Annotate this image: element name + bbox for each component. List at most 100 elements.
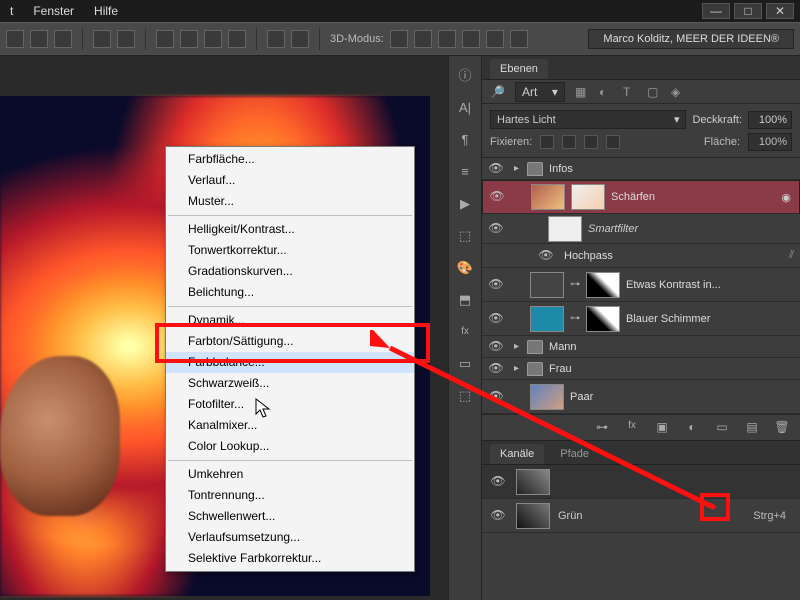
close-button[interactable]: ✕: [766, 3, 794, 19]
color-icon[interactable]: 🎨: [455, 258, 475, 278]
mode-icon[interactable]: [510, 30, 528, 48]
opt-icon[interactable]: [30, 30, 48, 48]
tab-channels[interactable]: Kanäle: [490, 444, 544, 464]
menu-item-tonwertkorrektur[interactable]: Tonwertkorrektur...: [166, 240, 414, 261]
paragraph-icon[interactable]: ¶: [455, 130, 475, 150]
link-layers-icon[interactable]: ⊶: [594, 420, 610, 436]
workspace-credit[interactable]: Marco Kolditz, MEER DER IDEEN®: [588, 29, 794, 49]
layer-group[interactable]: 👁 ▸ Infos: [482, 158, 800, 180]
menu-item-schwarzwei[interactable]: Schwarzweiß...: [166, 373, 414, 394]
character-icon[interactable]: A|: [455, 98, 475, 118]
opt-icon[interactable]: [6, 30, 24, 48]
menu-item-umkehren[interactable]: Umkehren: [166, 464, 414, 485]
tab-paths[interactable]: Pfade: [550, 444, 599, 464]
visibility-icon[interactable]: 👁: [488, 508, 508, 524]
lock-position-icon[interactable]: [562, 135, 576, 149]
menu-item-fotofilter[interactable]: Fotofilter...: [166, 394, 414, 415]
mode-icon[interactable]: [390, 30, 408, 48]
filter-type-icon[interactable]: T: [623, 85, 637, 99]
opt-icon[interactable]: [267, 30, 285, 48]
minimize-button[interactable]: —: [702, 3, 730, 19]
new-layer-icon[interactable]: ▤: [744, 420, 760, 436]
menu-item-schwellenwert[interactable]: Schwellenwert...: [166, 506, 414, 527]
filter-options-icon[interactable]: ⫽: [789, 249, 800, 262]
menu-item[interactable]: t: [10, 4, 13, 18]
channel-row[interactable]: 👁: [482, 465, 800, 499]
adjustments-icon[interactable]: ⬒: [455, 290, 475, 310]
smartfilter-item[interactable]: 👁 Hochpass ⫽: [482, 244, 800, 268]
mask-icon[interactable]: ▣: [654, 420, 670, 436]
maximize-button[interactable]: □: [734, 3, 762, 19]
visibility-icon[interactable]: 👁: [486, 311, 506, 327]
menu-item-verlauf[interactable]: Verlauf...: [166, 170, 414, 191]
lock-pixels-icon[interactable]: [540, 135, 554, 149]
opacity-input[interactable]: 100%: [748, 111, 792, 129]
layer-row[interactable]: 👁 ⊶ Etwas Kontrast in...: [482, 268, 800, 302]
layer-row[interactable]: 👁 ⊶ Blauer Schimmer: [482, 302, 800, 336]
opt-icon[interactable]: [117, 30, 135, 48]
menu-item-colorlookup[interactable]: Color Lookup...: [166, 436, 414, 457]
opt-icon[interactable]: [180, 30, 198, 48]
lock-icon[interactable]: [606, 135, 620, 149]
filter-shape-icon[interactable]: ▢: [647, 85, 661, 99]
layer-row[interactable]: 👁 Schärfen ◉: [482, 180, 800, 214]
opt-icon[interactable]: [93, 30, 111, 48]
mode-icon[interactable]: [462, 30, 480, 48]
swatches-icon[interactable]: ⬚: [455, 226, 475, 246]
group-icon[interactable]: ▭: [714, 420, 730, 436]
fx-icon[interactable]: fx: [624, 420, 640, 436]
channel-row[interactable]: 👁 Grün Strg+4: [482, 499, 800, 533]
menu-item-help[interactable]: Hilfe: [94, 4, 118, 18]
panel-icon[interactable]: ⬚: [455, 386, 475, 406]
layer-group[interactable]: 👁 ▸ Mann: [482, 336, 800, 358]
filter-pixel-icon[interactable]: ▦: [575, 85, 589, 99]
filter-adjust-icon[interactable]: ◐: [599, 85, 613, 99]
lock-all-icon[interactable]: [584, 135, 598, 149]
fx-icon[interactable]: fx: [455, 322, 475, 342]
menu-item-window[interactable]: Fenster: [33, 4, 74, 18]
opt-icon[interactable]: [291, 30, 309, 48]
menu-item-verlaufsumsetzung[interactable]: Verlaufsumsetzung...: [166, 527, 414, 548]
visibility-icon[interactable]: 👁: [486, 161, 506, 177]
opt-icon[interactable]: [156, 30, 174, 48]
menu-item-selektivefarbkorrektur[interactable]: Selektive Farbkorrektur...: [166, 548, 414, 569]
tab-layers[interactable]: Ebenen: [490, 59, 548, 79]
expand-icon[interactable]: ▸: [512, 341, 521, 352]
visibility-icon[interactable]: 👁: [488, 474, 508, 490]
mode-icon[interactable]: [486, 30, 504, 48]
menu-item-tontrennung[interactable]: Tontrennung...: [166, 485, 414, 506]
opt-icon[interactable]: [204, 30, 222, 48]
styles-icon[interactable]: ≡: [455, 162, 475, 182]
menu-item-helligkeitkontrast[interactable]: Helligkeit/Kontrast...: [166, 219, 414, 240]
delete-icon[interactable]: 🗑: [774, 420, 790, 436]
smartfilter-header[interactable]: 👁 Smartfilter: [482, 214, 800, 244]
layer-row[interactable]: 👁 Paar: [482, 380, 800, 414]
expand-icon[interactable]: ▸: [512, 363, 521, 374]
opt-icon[interactable]: [54, 30, 72, 48]
visibility-icon[interactable]: 👁: [536, 248, 556, 264]
menu-item-gradationskurven[interactable]: Gradationskurven...: [166, 261, 414, 282]
play-icon[interactable]: ▶: [455, 194, 475, 214]
filter-smart-icon[interactable]: ◈: [671, 85, 685, 99]
layer-filter-select[interactable]: Art▾: [515, 82, 565, 102]
info-icon[interactable]: ⓘ: [455, 66, 475, 86]
visibility-icon[interactable]: 👁: [486, 277, 506, 293]
menu-item-kanalmixer[interactable]: Kanalmixer...: [166, 415, 414, 436]
mode-icon[interactable]: [438, 30, 456, 48]
blend-mode-select[interactable]: Hartes Licht▾: [490, 110, 686, 129]
opt-icon[interactable]: [228, 30, 246, 48]
visibility-icon[interactable]: 👁: [486, 339, 506, 355]
visibility-icon[interactable]: 👁: [486, 389, 506, 405]
menu-item-belichtung[interactable]: Belichtung...: [166, 282, 414, 303]
panel-icon[interactable]: ▭: [455, 354, 475, 374]
adjustment-layer-icon[interactable]: ◐: [684, 420, 700, 436]
fill-input[interactable]: 100%: [748, 133, 792, 151]
layer-group[interactable]: 👁 ▸ Frau: [482, 358, 800, 380]
expand-icon[interactable]: ▸: [512, 163, 521, 174]
menu-item-farbflche[interactable]: Farbfläche...: [166, 149, 414, 170]
menu-item-muster[interactable]: Muster...: [166, 191, 414, 212]
mode-icon[interactable]: [414, 30, 432, 48]
visibility-icon[interactable]: 👁: [486, 221, 506, 237]
visibility-icon[interactable]: 👁: [486, 361, 506, 377]
visibility-icon[interactable]: 👁: [487, 189, 507, 205]
